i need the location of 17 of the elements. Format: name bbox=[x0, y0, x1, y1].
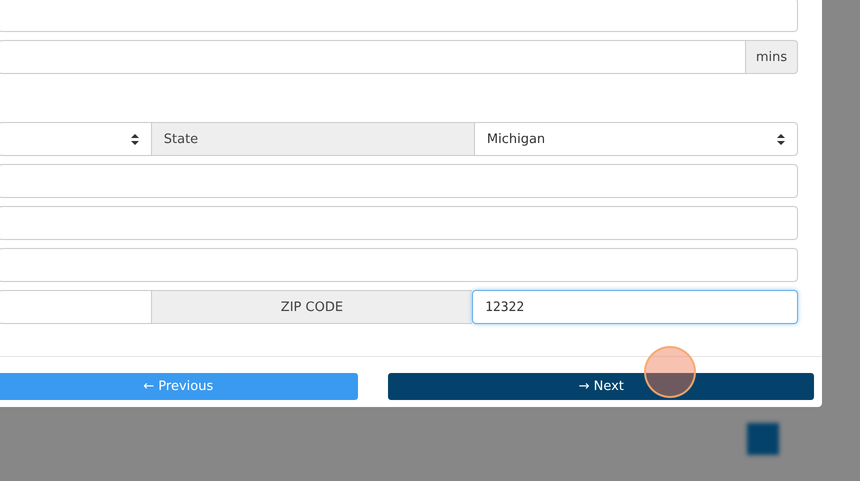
input-field[interactable] bbox=[0, 248, 798, 282]
field-label: State bbox=[152, 122, 474, 156]
next-button[interactable]: → Next bbox=[388, 373, 814, 400]
input-field[interactable] bbox=[0, 164, 798, 198]
field-label: ZIP CODE bbox=[152, 290, 472, 324]
select-field[interactable] bbox=[0, 122, 152, 156]
pagination-button[interactable] bbox=[747, 423, 779, 455]
unit-label: mins bbox=[746, 40, 798, 74]
input-field[interactable] bbox=[0, 290, 152, 324]
input-field[interactable] bbox=[0, 206, 798, 240]
click-marker-icon bbox=[644, 346, 696, 398]
input-field[interactable]: 12322 bbox=[472, 290, 798, 324]
select-caret-icon bbox=[130, 134, 139, 144]
input-field[interactable] bbox=[0, 40, 746, 74]
input-field[interactable] bbox=[0, 0, 798, 32]
select-field[interactable]: Michigan bbox=[474, 122, 798, 156]
select-caret-icon bbox=[777, 134, 786, 144]
